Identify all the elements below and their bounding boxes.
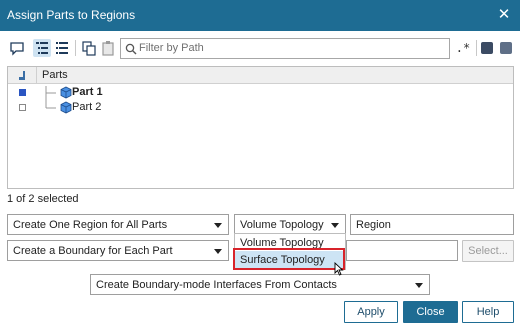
filter-placeholder: Filter by Path — [139, 42, 204, 54]
parts-column-header[interactable]: Parts — [42, 69, 68, 81]
chevron-down-icon — [214, 249, 222, 254]
interface-mode-value: Create Boundary-mode Interfaces From Con… — [96, 279, 337, 291]
tree-header: Parts — [8, 67, 513, 84]
parts-tree[interactable]: Parts Part 1 Part 2 — [7, 66, 514, 189]
tree-item-label[interactable]: Part 1 — [72, 86, 103, 98]
filter-off-icon[interactable] — [500, 42, 512, 54]
interface-mode-select[interactable]: Create Boundary-mode Interfaces From Con… — [90, 274, 430, 295]
paste-icon[interactable] — [99, 39, 117, 57]
region-mode-value: Create One Region for All Parts — [13, 219, 168, 231]
part-cube-icon — [60, 86, 72, 99]
header-divider — [36, 67, 37, 84]
part-cube-icon — [60, 101, 72, 114]
chevron-down-icon — [331, 223, 339, 228]
regex-toggle-icon[interactable]: .* — [455, 38, 471, 58]
topology-select[interactable]: Volume Topology — [234, 214, 346, 235]
comment-icon[interactable] — [8, 39, 26, 57]
region-name-field[interactable]: Region — [350, 214, 514, 235]
toolbar-divider — [75, 40, 76, 56]
region-mode-select[interactable]: Create One Region for All Parts — [7, 214, 229, 235]
close-button[interactable]: Close — [403, 301, 458, 323]
close-icon[interactable]: ✕ — [494, 5, 514, 25]
search-icon — [125, 43, 137, 55]
copy-icon[interactable] — [80, 39, 98, 57]
filter-on-icon[interactable] — [481, 42, 493, 54]
help-button[interactable]: Help — [462, 301, 514, 323]
select-button[interactable]: Select... — [462, 240, 514, 262]
list-view-icon[interactable] — [53, 39, 71, 57]
chevron-down-icon — [214, 223, 222, 228]
tree-item-label[interactable]: Part 2 — [72, 101, 101, 113]
selection-count: 1 of 2 selected — [7, 193, 79, 205]
state-unselected-icon[interactable] — [19, 104, 26, 111]
tree-row[interactable]: Part 2 — [8, 101, 513, 115]
tree-view-icon[interactable] — [33, 39, 51, 57]
chevron-down-icon — [415, 283, 423, 288]
mouse-cursor-icon — [334, 262, 344, 276]
filter-input[interactable]: Filter by Path — [120, 38, 450, 59]
toolbar-divider — [476, 40, 477, 56]
boundary-name-field[interactable] — [346, 240, 458, 261]
topology-value: Volume Topology — [240, 219, 324, 231]
title-bar: Assign Parts to Regions ✕ — [0, 0, 520, 31]
highlight-annotation-box — [233, 248, 345, 270]
tree-row[interactable]: Part 1 — [8, 86, 513, 100]
toolbar: Filter by Path .* — [0, 37, 520, 61]
apply-button[interactable]: Apply — [344, 301, 398, 323]
state-column-icon — [19, 71, 25, 80]
boundary-mode-value: Create a Boundary for Each Part — [13, 245, 173, 257]
boundary-mode-select[interactable]: Create a Boundary for Each Part — [7, 240, 229, 261]
window-title: Assign Parts to Regions — [7, 8, 136, 22]
region-name-value: Region — [356, 219, 391, 231]
state-selected-icon[interactable] — [19, 89, 26, 96]
